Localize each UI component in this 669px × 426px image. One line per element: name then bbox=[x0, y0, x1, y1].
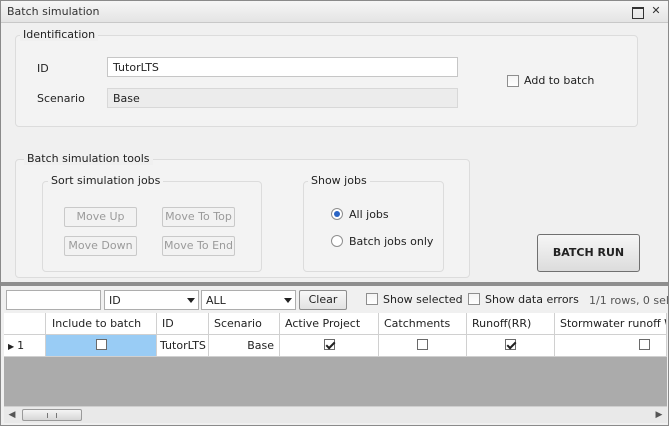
runoff-checkbox[interactable] bbox=[505, 339, 516, 350]
value-select[interactable]: ALL bbox=[201, 290, 296, 310]
column-header[interactable]: Catchments bbox=[379, 313, 467, 335]
move-down-button[interactable]: Move Down bbox=[64, 236, 137, 256]
column-header[interactable]: Active Project bbox=[280, 313, 379, 335]
table-row[interactable]: ▶ 1 TutorLTS Base bbox=[4, 335, 667, 357]
catchments-checkbox[interactable] bbox=[417, 339, 428, 350]
row-status: 1/1 rows, 0 selected bbox=[589, 294, 668, 307]
show-data-errors-checkbox[interactable] bbox=[468, 293, 480, 305]
column-header[interactable]: Include to batch bbox=[46, 313, 157, 335]
add-to-batch-label[interactable]: Add to batch bbox=[524, 74, 594, 87]
chevron-down-icon bbox=[187, 298, 195, 303]
column-header[interactable]: Stormwater runoff WQ bbox=[555, 313, 667, 335]
grid-header-row: Include to batch ID Scenario Active Proj… bbox=[4, 313, 667, 335]
active-project-checkbox[interactable] bbox=[323, 339, 335, 350]
id-input[interactable]: TutorLTS bbox=[107, 57, 458, 77]
horizontal-scrollbar[interactable]: ◀ ▶ bbox=[4, 406, 667, 423]
id-label: ID bbox=[37, 62, 49, 75]
batch-simulation-window: Batch simulation ✕ Identification ID Tut… bbox=[0, 0, 669, 426]
column-select[interactable]: ID bbox=[104, 290, 199, 310]
move-to-end-button[interactable]: Move To End bbox=[162, 236, 235, 256]
scrollbar-thumb[interactable] bbox=[22, 409, 82, 421]
batch-run-button[interactable]: BATCH RUN bbox=[537, 234, 640, 272]
stormwater-cell[interactable] bbox=[555, 335, 667, 357]
restore-icon[interactable] bbox=[632, 5, 644, 19]
add-to-batch-checkbox[interactable] bbox=[507, 75, 519, 87]
column-header[interactable]: ID bbox=[157, 313, 209, 335]
all-jobs-label[interactable]: All jobs bbox=[349, 208, 389, 221]
jobs-grid: Include to batch ID Scenario Active Proj… bbox=[4, 313, 667, 406]
show-data-errors-label[interactable]: Show data errors bbox=[485, 293, 579, 306]
filter-bar: ID ALL Clear Show selected Show data err… bbox=[1, 286, 668, 312]
stormwater-checkbox[interactable] bbox=[639, 339, 650, 350]
row-index: 1 bbox=[17, 339, 25, 352]
current-row-icon: ▶ bbox=[8, 342, 15, 351]
value-select-value: ALL bbox=[206, 294, 226, 307]
identification-legend: Identification bbox=[20, 28, 99, 41]
row-header[interactable]: ▶ 1 bbox=[4, 335, 46, 357]
move-to-top-button[interactable]: Move To Top bbox=[162, 207, 235, 227]
include-to-batch-cell[interactable] bbox=[46, 335, 157, 357]
show-selected-label[interactable]: Show selected bbox=[383, 293, 463, 306]
id-cell[interactable]: TutorLTS bbox=[157, 335, 209, 357]
scroll-right-icon[interactable]: ▶ bbox=[651, 407, 667, 423]
window-title: Batch simulation bbox=[7, 5, 100, 18]
show-jobs-legend: Show jobs bbox=[308, 174, 370, 187]
close-icon[interactable]: ✕ bbox=[650, 5, 662, 17]
batch-jobs-only-label[interactable]: Batch jobs only bbox=[349, 235, 433, 248]
column-header[interactable]: Runoff(RR) bbox=[467, 313, 555, 335]
scroll-left-icon[interactable]: ◀ bbox=[4, 407, 20, 423]
runoff-cell[interactable] bbox=[467, 335, 555, 357]
chevron-down-icon bbox=[284, 298, 292, 303]
sort-jobs-legend: Sort simulation jobs bbox=[48, 174, 164, 187]
batch-jobs-only-radio[interactable] bbox=[331, 235, 343, 247]
active-project-cell[interactable] bbox=[280, 335, 379, 357]
catchments-cell[interactable] bbox=[379, 335, 467, 357]
include-to-batch-checkbox[interactable] bbox=[95, 339, 107, 350]
show-jobs-group bbox=[303, 181, 444, 272]
title-bar: Batch simulation ✕ bbox=[1, 1, 668, 23]
row-header-corner bbox=[4, 313, 46, 335]
move-up-button[interactable]: Move Up bbox=[64, 207, 137, 227]
column-header[interactable]: Scenario bbox=[209, 313, 280, 335]
show-selected-checkbox[interactable] bbox=[366, 293, 378, 305]
scenario-label: Scenario bbox=[37, 92, 85, 105]
batch-tools-legend: Batch simulation tools bbox=[24, 152, 153, 165]
column-select-value: ID bbox=[109, 294, 121, 307]
clear-button[interactable]: Clear bbox=[299, 290, 347, 310]
all-jobs-radio[interactable] bbox=[331, 208, 343, 220]
scenario-cell[interactable]: Base bbox=[209, 335, 280, 357]
search-input[interactable] bbox=[6, 290, 101, 310]
scenario-field: Base bbox=[107, 88, 458, 108]
